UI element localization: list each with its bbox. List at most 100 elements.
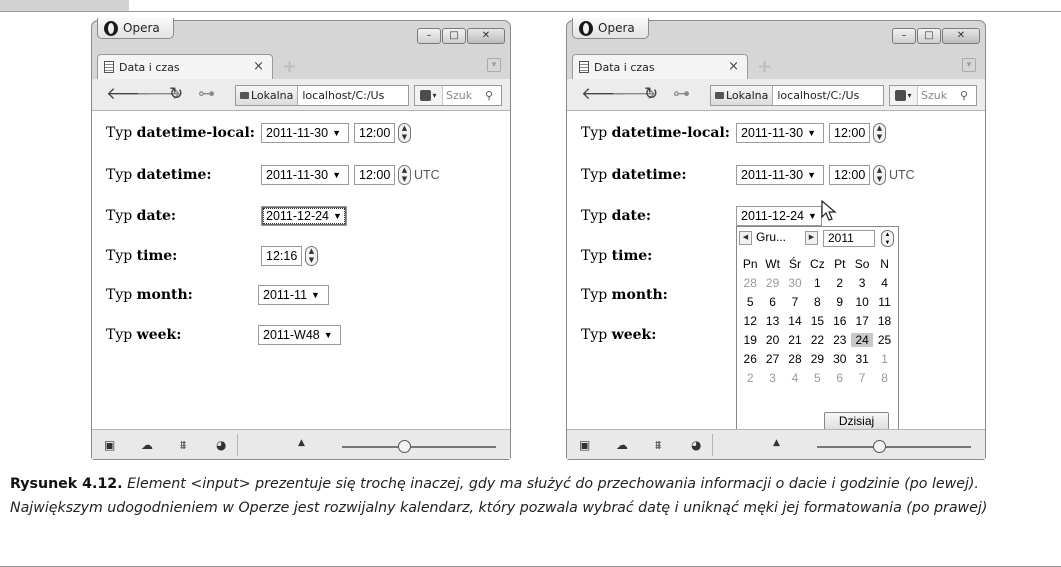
calendar-day[interactable]: 24 <box>850 332 874 347</box>
calendar-day[interactable]: 4 <box>784 371 806 385</box>
chevron-down-icon[interactable]: ▼ <box>808 211 817 221</box>
calendar-day[interactable]: 16 <box>829 314 851 328</box>
calendar-day[interactable]: 3 <box>761 371 783 385</box>
calendar-day[interactable]: 12 <box>739 314 761 328</box>
calendar-day[interactable]: 29 <box>806 352 828 366</box>
opera-menu-button[interactable]: Opera <box>97 18 174 39</box>
minimize-button[interactable]: – <box>417 28 441 44</box>
calendar-day[interactable]: 13 <box>761 314 783 328</box>
datetime-local-time-field[interactable]: 12:00 <box>829 123 870 143</box>
panel-toggle-icon[interactable]: ▣ <box>104 438 115 452</box>
calendar-day[interactable]: 31 <box>851 352 873 366</box>
calendar-day[interactable]: 6 <box>829 371 851 385</box>
opera-menu-button[interactable]: Opera <box>572 18 649 39</box>
speed-dial-icon[interactable]: ◕ <box>691 438 701 452</box>
address-bar[interactable]: Lokalna localhost/C:/Us <box>710 85 884 106</box>
chevron-down-icon[interactable]: ▼ <box>333 211 342 221</box>
zoom-slider-handle[interactable] <box>873 440 886 453</box>
calendar-day[interactable]: 3 <box>851 276 873 290</box>
search-icon[interactable]: ⚲ <box>960 89 976 102</box>
time-stepper[interactable]: ▲ ▼ <box>398 123 411 143</box>
search-input[interactable]: ▾ Szuk ⚲ <box>889 85 977 106</box>
calendar-day[interactable]: 21 <box>784 333 806 347</box>
calendar-day[interactable]: 6 <box>761 295 783 309</box>
close-window-button[interactable]: ✕ <box>467 28 505 44</box>
chevron-down-icon[interactable]: ▼ <box>311 290 320 300</box>
datetime-time-field[interactable]: 12:00 <box>354 165 395 185</box>
cloud-icon[interactable]: ☁ <box>616 438 628 452</box>
calendar-day[interactable]: 17 <box>851 314 873 328</box>
time-stepper[interactable]: ▲ ▼ <box>398 165 411 185</box>
calendar-day[interactable]: 29 <box>761 276 783 290</box>
share-icon[interactable]: ⩩ <box>180 438 186 453</box>
chevron-down-icon[interactable]: ▼ <box>332 170 341 180</box>
zoom-slider-track[interactable] <box>817 446 971 448</box>
reload-icon[interactable]: ↻ <box>169 84 183 104</box>
calendar-day[interactable]: 26 <box>739 352 761 366</box>
calendar-day[interactable]: 7 <box>851 371 873 385</box>
calendar-day[interactable]: 1 <box>873 352 895 366</box>
time-field[interactable]: 12:16 <box>261 246 302 266</box>
search-input[interactable]: ▾ Szuk ⚲ <box>414 85 502 106</box>
cloud-icon[interactable]: ☁ <box>141 438 153 452</box>
calendar-day[interactable]: 23 <box>829 333 851 347</box>
chevron-down-icon[interactable]: ▼ <box>332 128 341 138</box>
search-icon[interactable]: ⚲ <box>485 89 501 102</box>
speed-dial-icon[interactable]: ◕ <box>216 438 226 452</box>
calendar-day[interactable]: 30 <box>784 276 806 290</box>
chevron-down-icon[interactable]: ▼ <box>807 128 816 138</box>
calendar-day[interactable]: 28 <box>784 352 806 366</box>
time-stepper[interactable]: ▲ ▼ <box>873 165 886 185</box>
zoom-slider-handle[interactable] <box>398 440 411 453</box>
key-icon[interactable]: ⊶ <box>198 84 215 104</box>
new-tab-icon[interactable]: + <box>757 56 772 77</box>
reload-icon[interactable]: ↻ <box>644 84 658 104</box>
date-field[interactable]: 2011-12-24 ▼ <box>736 206 822 226</box>
calendar-day[interactable]: 14 <box>784 314 806 328</box>
close-window-button[interactable]: ✕ <box>942 28 980 44</box>
key-icon[interactable]: ⊶ <box>673 84 690 104</box>
calendar-day[interactable]: 19 <box>739 333 761 347</box>
tab-close-icon[interactable]: × <box>253 59 264 74</box>
today-button[interactable]: Dzisiaj <box>824 412 889 430</box>
calendar-day[interactable]: 10 <box>851 295 873 309</box>
calendar-day[interactable]: 5 <box>806 371 828 385</box>
time-stepper[interactable]: ▲ ▼ <box>305 246 318 266</box>
year-stepper[interactable]: ▲ ▼ <box>881 230 894 247</box>
prev-month-button[interactable]: ◀ <box>739 231 752 245</box>
search-engine-selector[interactable]: ▾ <box>890 86 918 105</box>
minimize-button[interactable]: – <box>892 28 916 44</box>
chevron-down-icon[interactable]: ▼ <box>324 330 333 340</box>
zoom-slider-track[interactable] <box>342 446 496 448</box>
datetime-time-field[interactable]: 12:00 <box>829 165 870 185</box>
calendar-day[interactable]: 2 <box>739 371 761 385</box>
date-field[interactable]: 2011-12-24 ▼ <box>261 206 347 226</box>
calendar-day[interactable]: 2 <box>829 276 851 290</box>
datetime-local-date-field[interactable]: 2011-11-30 ▼ <box>261 123 349 143</box>
maximize-button[interactable]: □ <box>917 28 941 44</box>
week-field[interactable]: 2011-W48 ▼ <box>258 325 341 345</box>
calendar-day[interactable]: 15 <box>806 314 828 328</box>
calendar-day[interactable]: 22 <box>806 333 828 347</box>
datetime-local-time-field[interactable]: 12:00 <box>354 123 395 143</box>
calendar-day[interactable]: 8 <box>806 295 828 309</box>
calendar-day[interactable]: 5 <box>739 295 761 309</box>
trash-icon[interactable]: ▾ <box>487 58 501 72</box>
datetime-date-field[interactable]: 2011-11-30 ▼ <box>736 165 824 185</box>
panel-toggle-icon[interactable]: ▣ <box>579 438 590 452</box>
calendar-day[interactable]: 4 <box>873 276 895 290</box>
tab-data-i-czas[interactable]: Data i czas × <box>97 54 273 79</box>
calendar-day[interactable]: 7 <box>784 295 806 309</box>
year-field[interactable]: 2011 <box>823 230 875 247</box>
month-field[interactable]: 2011-11 ▼ <box>258 285 329 305</box>
chevron-down-icon[interactable]: ▼ <box>807 170 816 180</box>
calendar-day[interactable]: 1 <box>806 276 828 290</box>
datetime-date-field[interactable]: 2011-11-30 ▼ <box>261 165 349 185</box>
trash-icon[interactable]: ▾ <box>962 58 976 72</box>
maximize-button[interactable]: □ <box>442 28 466 44</box>
calendar-day[interactable]: 11 <box>873 295 895 309</box>
calendar-day[interactable]: 9 <box>829 295 851 309</box>
address-bar[interactable]: Lokalna localhost/C:/Us <box>235 85 409 106</box>
zoom-menu-icon[interactable]: ▲ <box>773 438 780 448</box>
search-engine-selector[interactable]: ▾ <box>415 86 443 105</box>
